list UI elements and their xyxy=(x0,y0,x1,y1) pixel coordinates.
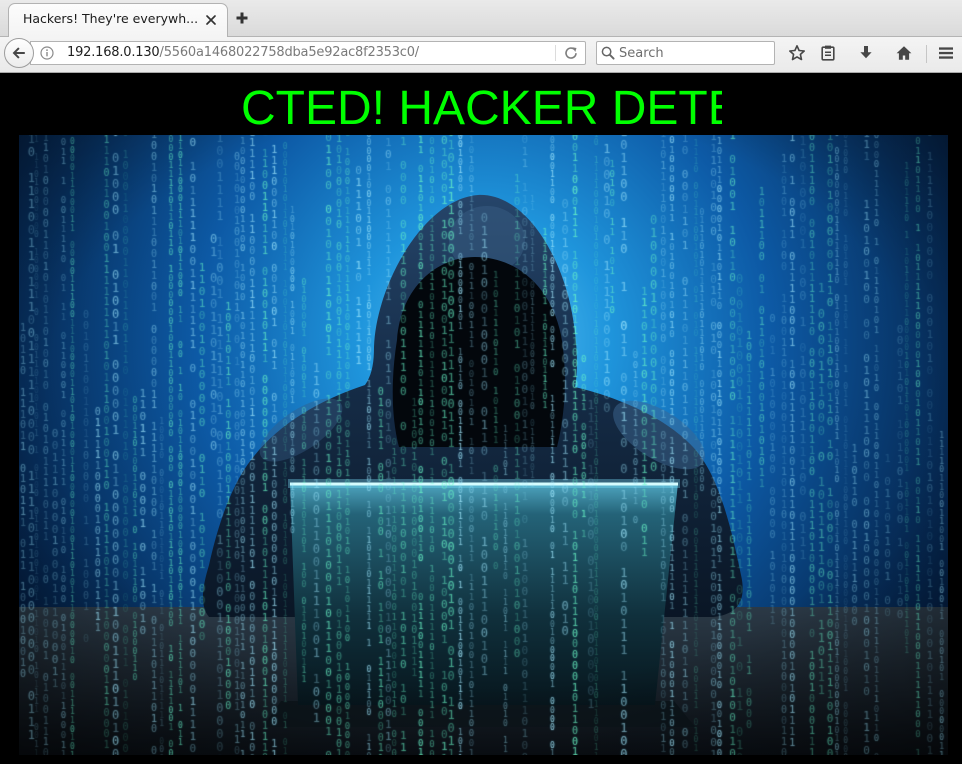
search-engine-button[interactable] xyxy=(601,46,615,60)
home-icon[interactable] xyxy=(895,44,913,62)
back-arrow-icon[interactable] xyxy=(11,45,27,61)
url-bar-divider xyxy=(555,45,556,61)
tab-close-button[interactable] xyxy=(205,14,217,26)
open-menu-button[interactable] xyxy=(937,44,955,62)
search-icon[interactable] xyxy=(601,46,615,60)
downloads-button[interactable] xyxy=(857,44,875,62)
tab-active[interactable]: Hackers! They're everywh... xyxy=(8,3,228,37)
tab-title: Hackers! They're everywh... xyxy=(23,11,199,26)
page-content: CTED! HACKER DETE xyxy=(0,73,962,764)
search-box[interactable] xyxy=(596,41,775,65)
toolbar-separator xyxy=(926,45,927,63)
marquee-text: CTED! HACKER DETE xyxy=(241,84,722,134)
plus-icon[interactable] xyxy=(236,12,248,24)
star-icon[interactable] xyxy=(788,44,806,62)
clipboard-icon[interactable] xyxy=(819,44,837,62)
url-text[interactable]: 192.168.0.130/5560a1468022758dba5e92ac8f… xyxy=(67,42,419,64)
search-input[interactable] xyxy=(619,42,769,64)
matrix-code-overlay xyxy=(19,135,948,755)
reload-icon[interactable] xyxy=(564,46,578,60)
hamburger-menu-icon[interactable] xyxy=(937,44,955,62)
home-button[interactable] xyxy=(895,44,913,62)
new-tab-button[interactable] xyxy=(236,12,248,24)
download-icon[interactable] xyxy=(857,44,875,62)
url-bar[interactable]: 192.168.0.130/5560a1468022758dba5e92ac8f… xyxy=(30,41,586,65)
close-icon[interactable] xyxy=(205,14,217,26)
tab-strip: Hackers! They're everywh... xyxy=(0,0,962,37)
marquee: CTED! HACKER DETE xyxy=(241,84,722,134)
site-identity-button[interactable] xyxy=(40,46,54,60)
back-button[interactable] xyxy=(4,38,34,68)
info-icon[interactable] xyxy=(40,46,54,60)
url-host: 192.168.0.130 xyxy=(67,45,160,60)
bookmark-star-button[interactable] xyxy=(788,44,806,62)
url-path: /5560a1468022758dba5e92ac8f2353c0/ xyxy=(159,45,420,60)
bookmarks-menu-button[interactable] xyxy=(819,44,837,62)
reload-button[interactable] xyxy=(564,46,578,60)
navigation-toolbar: 192.168.0.130/5560a1468022758dba5e92ac8f… xyxy=(0,37,962,73)
hacker-photo xyxy=(19,135,948,755)
